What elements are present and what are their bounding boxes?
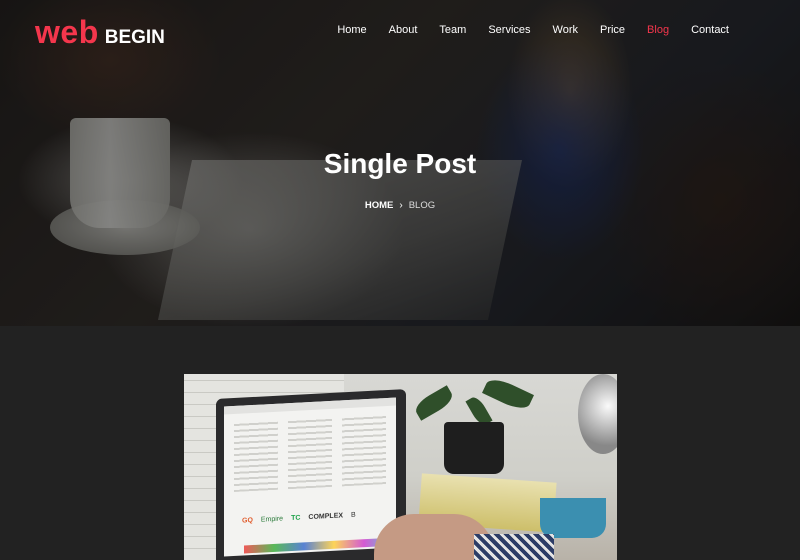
image-laptop: GQ Empire TC COMPLEX B	[216, 389, 406, 560]
image-plant-leaf	[482, 374, 534, 414]
image-mug	[540, 498, 606, 538]
image-globe	[578, 374, 617, 454]
logo-secondary: BEGIN	[104, 27, 165, 48]
screen-logos: GQ Empire TC COMPLEX B	[242, 512, 356, 525]
image-plant-pot	[444, 422, 504, 474]
breadcrumb-home-link[interactable]: HOME	[365, 200, 394, 211]
screen-logo: Empire	[260, 515, 284, 524]
screen-browser-bar	[224, 397, 396, 415]
screen-dock	[244, 537, 394, 554]
nav-item-about[interactable]: About	[389, 24, 418, 36]
hero-content: Single Post HOME › BLOG	[0, 148, 800, 211]
page-title: Single Post	[323, 148, 477, 179]
nav-item-services[interactable]: Services	[488, 24, 530, 36]
nav-item-home[interactable]: Home	[337, 24, 366, 36]
image-plant-leaf	[412, 385, 456, 421]
image-sleeve	[474, 534, 554, 560]
screen-text-column	[342, 414, 386, 487]
breadcrumb-current: BLOG	[408, 200, 436, 211]
screen-text-column	[234, 419, 278, 493]
breadcrumb: HOME › BLOG	[0, 200, 800, 211]
post-featured-image: GQ Empire TC COMPLEX B	[184, 374, 617, 560]
screen-text-column	[288, 416, 332, 490]
nav-item-price[interactable]: Price	[600, 24, 625, 36]
main-nav: Home About Team Services Work Price Blog…	[315, 24, 729, 36]
screen-logo: B	[351, 511, 356, 519]
breadcrumb-separator-icon: ›	[399, 200, 403, 211]
screen-logo: COMPLEX	[308, 512, 344, 522]
screen-logo: TC	[291, 514, 301, 523]
site-logo[interactable]: web BEGIN	[35, 14, 165, 51]
nav-item-work[interactable]: Work	[553, 24, 578, 36]
nav-item-team[interactable]: Team	[439, 24, 466, 36]
image-laptop-screen: GQ Empire TC COMPLEX B	[224, 397, 396, 557]
nav-item-blog[interactable]: Blog	[647, 24, 669, 36]
screen-logo: GQ	[242, 517, 253, 525]
logo-primary: web	[35, 14, 99, 50]
nav-item-contact[interactable]: Contact	[691, 24, 729, 36]
